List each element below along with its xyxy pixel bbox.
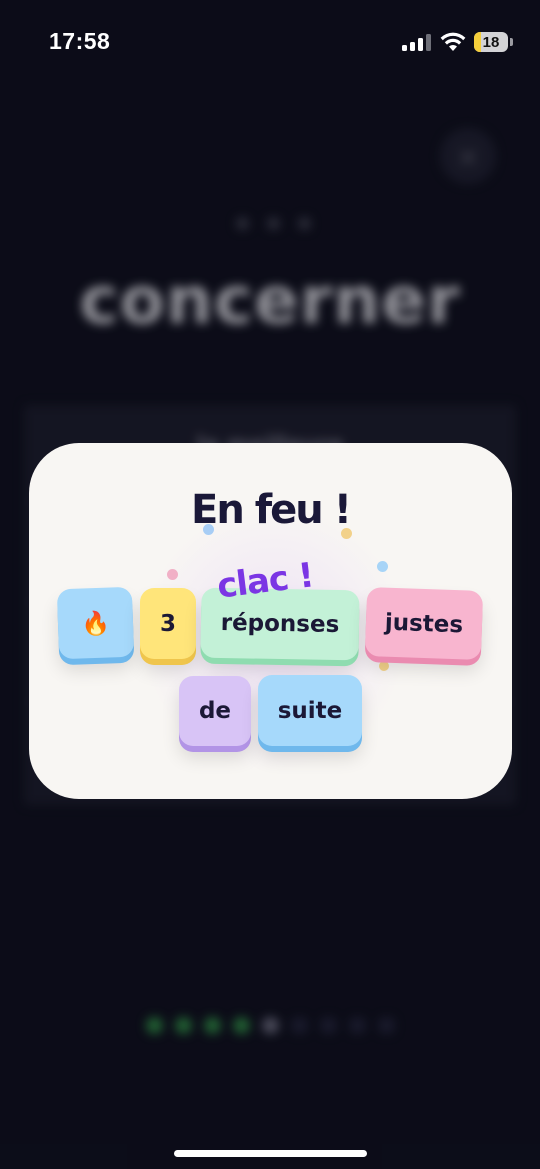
- confetti-dot: [377, 561, 388, 572]
- suite-tile: suite: [258, 675, 362, 746]
- justes-text: justes: [384, 609, 464, 638]
- battery-icon: 18: [474, 32, 508, 52]
- count-tile: 3: [140, 588, 196, 659]
- fire-icon: 🔥: [80, 610, 111, 637]
- confetti-dot: [167, 569, 178, 580]
- suite-text: suite: [277, 697, 343, 724]
- status-bar: 17:58 18: [0, 0, 540, 86]
- confetti-dot: [341, 528, 352, 539]
- de-text: de: [198, 698, 232, 724]
- de-tile: de: [179, 676, 251, 746]
- status-time: 17:58: [49, 28, 111, 54]
- reponses-text: réponses: [220, 609, 340, 639]
- fire-tile: 🔥: [56, 586, 135, 660]
- wifi-icon: [440, 32, 466, 51]
- modal-title: En feu !: [191, 487, 352, 533]
- app-screen: × concerner la meilleure 17:58 18: [0, 0, 540, 1169]
- count-text: 3: [159, 610, 176, 637]
- confetti-dot: [379, 661, 389, 671]
- cellular-signal-icon: [402, 33, 432, 51]
- home-indicator[interactable]: [174, 1150, 367, 1157]
- confetti-dot: [203, 524, 214, 535]
- justes-tile: justes: [364, 586, 484, 661]
- streak-modal: En feu ! 🔥 3 réponses justes de suite cl…: [29, 443, 512, 799]
- battery-level: 18: [482, 33, 500, 51]
